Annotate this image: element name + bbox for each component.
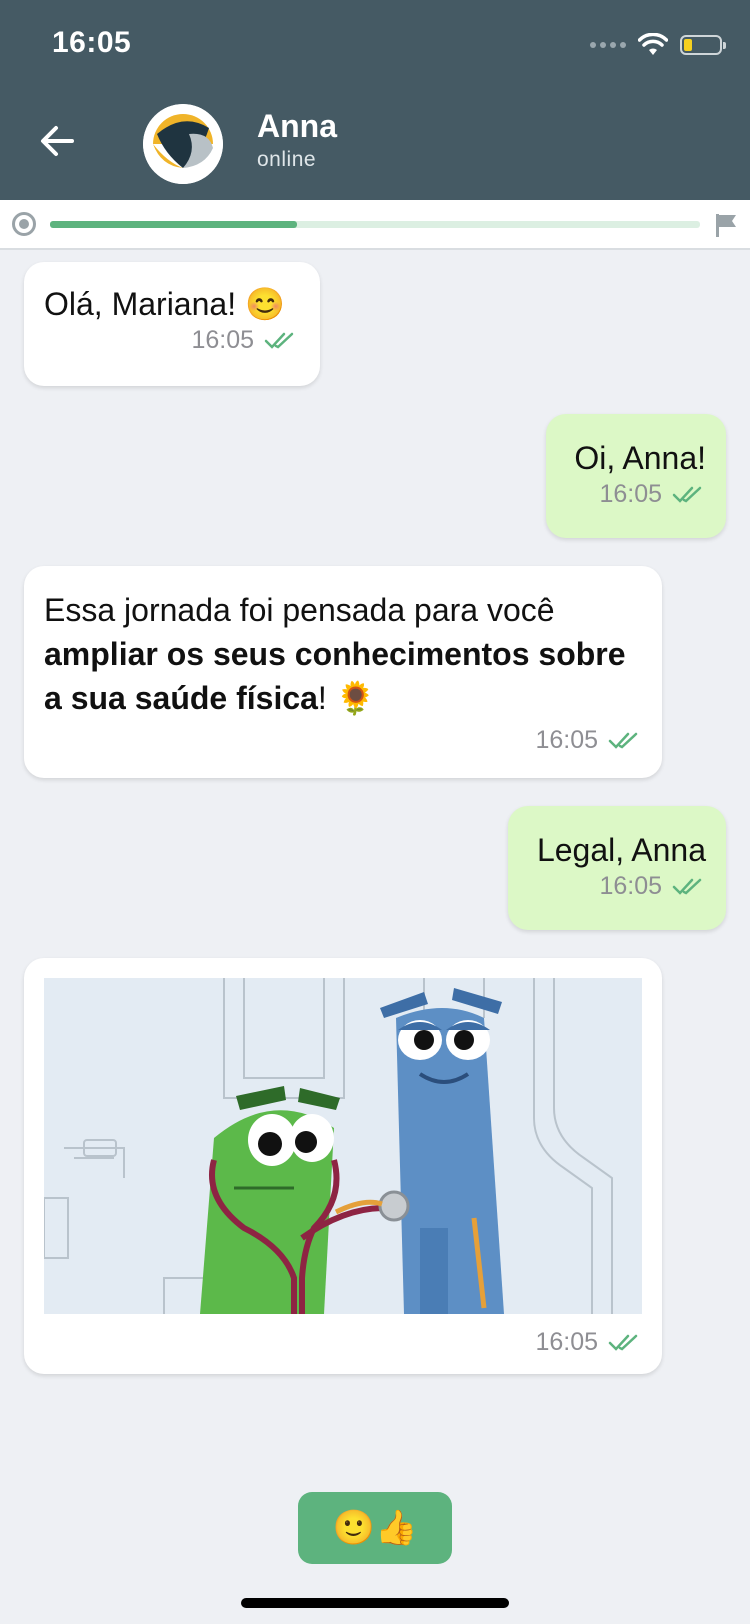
double-check-icon <box>672 486 702 503</box>
contact-status: online <box>257 148 317 171</box>
journey-progress <box>0 200 750 250</box>
message-meta: 16:05 <box>566 480 706 509</box>
avatar[interactable] <box>143 104 223 184</box>
avatar-logo-icon <box>143 104 223 184</box>
cellular-signal-icon <box>590 42 626 48</box>
message-bubble-incoming[interactable]: Essa jornada foi pensada para você ampli… <box>24 566 662 778</box>
message-text: Olá, Mariana! 😊 <box>44 286 285 322</box>
chat-header: 16:05 Anna online <box>0 0 750 200</box>
message-time: 16:05 <box>191 326 254 354</box>
message-text-tail: ! 🌻 <box>317 680 376 716</box>
wifi-icon <box>638 33 668 55</box>
message-bubble-image[interactable]: 16:05 <box>24 958 662 1374</box>
status-icons <box>590 30 726 60</box>
message-text-plain: Essa jornada foi pensada para você <box>44 592 555 628</box>
message-meta: 16:05 <box>528 872 706 901</box>
message-time: 16:05 <box>535 726 598 754</box>
double-check-icon <box>672 878 702 895</box>
double-check-icon <box>608 732 638 749</box>
message-bubble-outgoing[interactable]: Oi, Anna! 16:05 <box>546 414 726 538</box>
message-time: 16:05 <box>599 872 662 900</box>
message-bubble-incoming[interactable]: Olá, Mariana! 😊 16:05 <box>24 262 320 386</box>
quick-reply-button[interactable]: 🙂👍 <box>298 1492 452 1564</box>
message-bubble-outgoing[interactable]: Legal, Anna 16:05 <box>508 806 726 930</box>
progress-track <box>50 221 700 228</box>
flag-icon <box>716 214 736 237</box>
message-meta: 16:05 <box>44 1328 642 1357</box>
progress-fill <box>50 221 297 228</box>
message-time: 16:05 <box>599 480 662 508</box>
message-time: 16:05 <box>535 1328 598 1356</box>
battery-icon <box>680 35 726 55</box>
back-arrow-icon[interactable] <box>36 120 78 162</box>
cartoon-doctor-illustration <box>44 978 642 1314</box>
message-meta: 16:05 <box>44 726 642 755</box>
message-meta: 16:05 <box>44 326 298 355</box>
message-text: Essa jornada foi pensada para você ampli… <box>44 588 642 720</box>
progress-start-icon <box>12 212 36 236</box>
home-indicator[interactable] <box>241 1598 509 1608</box>
double-check-icon <box>264 332 294 349</box>
double-check-icon <box>608 1334 638 1351</box>
contact-name: Anna <box>257 108 337 144</box>
status-time: 16:05 <box>52 26 132 59</box>
message-image[interactable] <box>44 978 642 1314</box>
message-text: Oi, Anna! <box>574 440 706 476</box>
message-text: Legal, Anna <box>536 832 706 868</box>
